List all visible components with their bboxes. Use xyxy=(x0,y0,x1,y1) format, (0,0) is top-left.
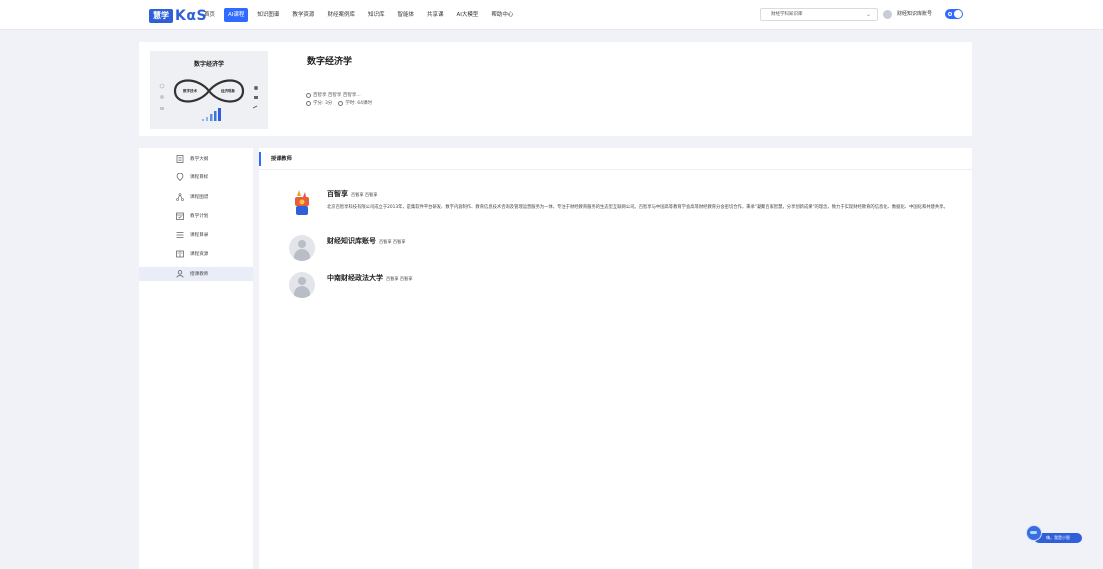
sidebar-item-label: 教学计划 xyxy=(190,214,209,219)
sidebar-item-label: 教学大纲 xyxy=(190,157,209,162)
nav-agents[interactable]: 智能体 xyxy=(393,8,418,22)
teacher-tags: 百智享 百智享 xyxy=(386,276,413,281)
sidebar-item-objectives[interactable]: 课程目标 xyxy=(139,170,253,184)
teacher-icon xyxy=(176,270,184,278)
sidebar-item-label: 课程资源 xyxy=(190,252,209,257)
nav-case-library[interactable]: 财经案例库 xyxy=(323,8,359,22)
section-title: 授课教师 xyxy=(271,156,292,162)
kb-select-value: 财经学科知识库 xyxy=(771,12,803,17)
nav-help-center[interactable]: 帮助中心 xyxy=(487,8,517,22)
authors-text: 百智享 百智享 百智享... xyxy=(313,93,361,98)
list-icon xyxy=(176,232,184,238)
chevron-down-icon: ⌄ xyxy=(865,11,871,18)
target-icon xyxy=(176,173,184,181)
document-icon xyxy=(176,155,184,163)
nav-knowledge-base[interactable]: 知识库 xyxy=(364,8,389,22)
ai-assistant-button[interactable]: 嗨，我是小智 xyxy=(1024,525,1082,543)
sidebar-item-resources[interactable]: 课程资源 xyxy=(139,247,253,261)
infinity-graphic xyxy=(159,79,258,121)
teacher-name: 财经知识库账号 百智享 百智享 xyxy=(327,236,405,246)
nav-ai-course[interactable]: AI课程 xyxy=(224,8,249,22)
sidebar-item-catalog[interactable]: 课程目录 xyxy=(139,228,253,242)
logo[interactable]: 慧学 KαS xyxy=(149,8,207,24)
sidebar-item-label: 课程目录 xyxy=(190,233,209,238)
hours-text: 学时: 64课时 xyxy=(345,101,372,106)
mode-toggle[interactable] xyxy=(945,9,963,19)
course-sidebar: 教学大纲 课程目标 课程图谱 教学计划 课程目录 课程资源 授课教师 xyxy=(139,148,253,569)
teacher-name-text: 财经知识库账号 xyxy=(327,237,376,245)
course-title: 数字经济学 xyxy=(307,57,353,67)
knowledge-base-select[interactable]: 财经学科知识库 ⌄ xyxy=(760,8,878,21)
logo-mark: 慧学 xyxy=(149,9,173,23)
section-header: 授课教师 xyxy=(259,148,972,170)
teacher-name: 中南财经政法大学 百智享 百智享 xyxy=(327,273,412,283)
graph-icon xyxy=(176,193,184,201)
nav-shared-course[interactable]: 共享课 xyxy=(423,8,448,22)
teacher-tags: 百智享 百智享 xyxy=(379,239,406,244)
main-nav: 首页 AI课程 知识图谱 教学资源 财经案例库 知识库 智能体 共享课 AI大模… xyxy=(200,8,522,22)
nav-ai-model[interactable]: AI大模型 xyxy=(453,8,483,22)
sidebar-item-plan[interactable]: 教学计划 xyxy=(139,209,253,223)
course-credit-hours: 学分: 3分 学时: 64课时 xyxy=(306,100,372,106)
sidebar-item-teachers[interactable]: 授课教师 xyxy=(139,267,253,281)
nav-knowledge-graph[interactable]: 知识图谱 xyxy=(253,8,283,22)
teacher-avatar-logo xyxy=(295,190,309,215)
teacher-name-text: 百智享 xyxy=(327,190,348,198)
top-navbar: 慧学 KαS 首页 AI课程 知识图谱 教学资源 财经案例库 知识库 智能体 共… xyxy=(0,0,1103,30)
sidebar-item-label: 授课教师 xyxy=(190,272,209,277)
robot-icon xyxy=(1026,525,1042,541)
credit-icon xyxy=(306,100,311,106)
sidebar-item-label: 课程目标 xyxy=(190,175,209,180)
user-name[interactable]: 财经知识库账号 xyxy=(897,10,932,19)
calendar-icon xyxy=(176,212,184,220)
clock-icon xyxy=(338,100,344,106)
course-authors: 百智享 百智享 百智享... xyxy=(306,92,361,98)
teachers-panel: 授课教师 百智享 百智享 百智享 北京百智享科技有限公司成立于2013年，是集软件… xyxy=(259,148,972,569)
course-header-card: 数字经济学 数字技术 经济现象 数字经济学 百智享 百智享 百智享... 学分:… xyxy=(139,42,972,136)
teacher-name: 百智享 百智享 百智享 xyxy=(327,189,377,199)
cover-label-right: 经济现象 xyxy=(221,89,235,93)
sidebar-item-label: 课程图谱 xyxy=(190,195,209,200)
sidebar-item-syllabus[interactable]: 教学大纲 xyxy=(139,152,253,166)
teacher-avatar xyxy=(289,235,315,261)
cover-label-left: 数字技术 xyxy=(183,89,197,93)
teacher-name-text: 中南财经政法大学 xyxy=(327,274,383,282)
sidebar-item-graph[interactable]: 课程图谱 xyxy=(139,190,253,204)
resource-icon xyxy=(176,250,184,258)
credit-text: 学分: 3分 xyxy=(313,101,333,106)
course-cover-image: 数字经济学 数字技术 经济现象 xyxy=(150,51,268,129)
user-avatar[interactable] xyxy=(883,10,892,19)
teacher-description: 北京百智享科技有限公司成立于2013年，是集软件平台研发、数字内容制作、教育信息… xyxy=(327,205,948,210)
nav-teaching-resources[interactable]: 教学资源 xyxy=(288,8,318,22)
teacher-tags: 百智享 百智享 xyxy=(351,192,378,197)
section-accent-bar xyxy=(259,152,261,166)
teacher-avatar xyxy=(289,272,315,298)
toggle-ring-icon xyxy=(948,12,952,16)
assistant-label: 嗨，我是小智 xyxy=(1046,535,1070,540)
person-icon xyxy=(306,92,311,98)
nav-home[interactable]: 首页 xyxy=(200,8,219,22)
